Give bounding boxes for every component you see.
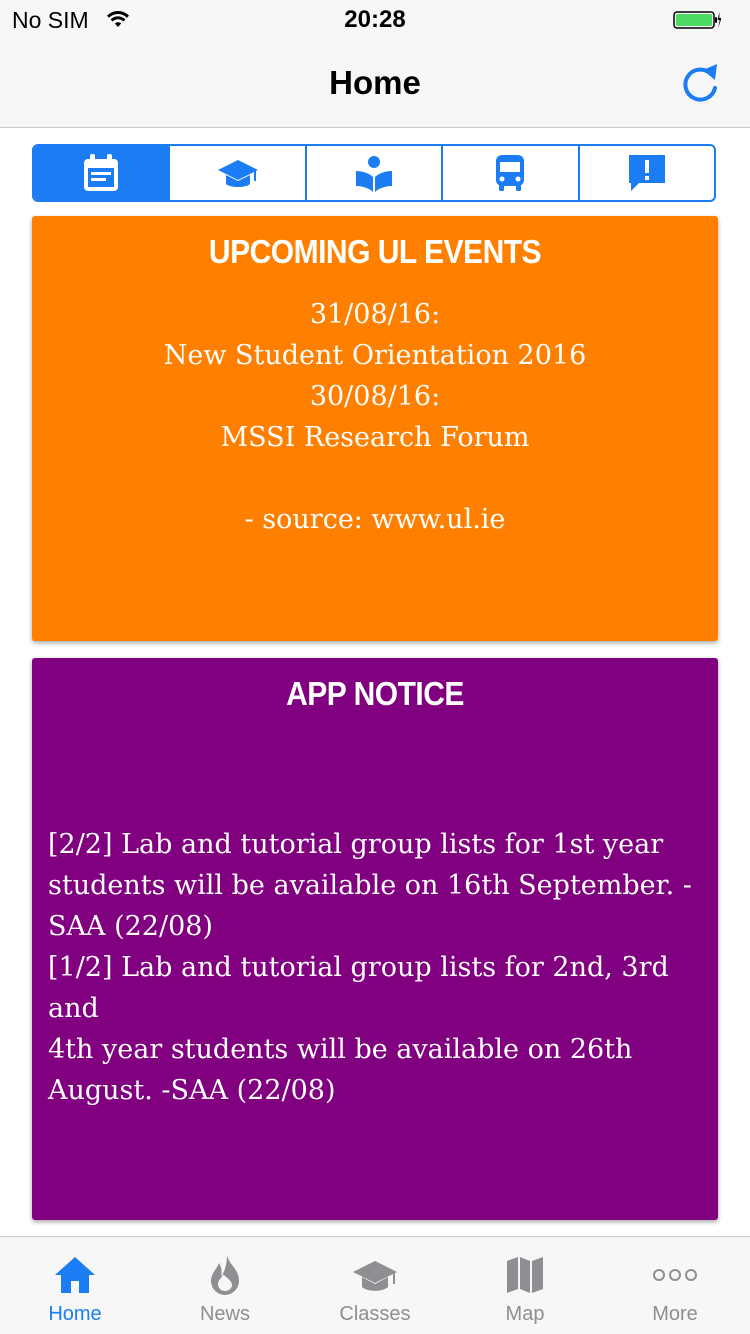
battery-charging-icon (673, 11, 721, 29)
event-name: New Student Orientation 2016 (163, 340, 587, 371)
alert-message-icon (628, 155, 665, 191)
refresh-icon[interactable] (677, 60, 723, 108)
tab-label: News (199, 1303, 250, 1325)
notice-text: [2/2] Lab and tutorial group lists for 1… (48, 824, 708, 1111)
notice-line: [1/2] Lab and tutorial group lists for 2… (48, 952, 669, 1024)
notice-card-title: APP NOTICE (286, 676, 464, 713)
nav-bar: Home (0, 40, 750, 128)
section-segmented-control (32, 144, 716, 202)
tab-bar: Home News Classes Map More (0, 1236, 750, 1334)
tab-news[interactable]: News (150, 1237, 300, 1334)
event-date: 30/08/16: (309, 381, 441, 412)
events-list: 31/08/16: New Student Orientation 2016 3… (32, 294, 718, 540)
segment-events[interactable] (34, 146, 171, 200)
graduation-cap-icon (353, 1261, 397, 1291)
tab-classes[interactable]: Classes (300, 1237, 450, 1334)
flame-icon (211, 1255, 239, 1295)
segment-bus[interactable] (443, 146, 580, 200)
segment-notices[interactable] (580, 146, 714, 200)
notice-line: SAA (22/08) (48, 911, 213, 942)
more-dots-icon (653, 1269, 697, 1281)
event-date: 31/08/16: (309, 299, 441, 330)
segment-library[interactable] (307, 146, 444, 200)
map-icon (507, 1257, 543, 1293)
page-title: Home (329, 64, 421, 101)
tab-label: More (652, 1303, 698, 1325)
tab-label: Home (48, 1303, 102, 1325)
status-bar: No SIM 20:28 (0, 0, 750, 40)
tab-label: Map (505, 1303, 545, 1325)
notice-line: [2/2] Lab and tutorial group lists for 1… (48, 829, 664, 860)
events-source: - source: www.ul.ie (244, 504, 506, 535)
event-name: MSSI Research Forum (220, 422, 530, 453)
notice-line: August. -SAA (22/08) (48, 1075, 336, 1106)
tab-label: Classes (339, 1303, 411, 1325)
status-time: 20:28 (344, 6, 406, 33)
events-card-title: UPCOMING UL EVENTS (208, 234, 542, 271)
home-icon (55, 1257, 95, 1293)
bus-icon (496, 155, 525, 191)
tab-map[interactable]: Map (450, 1237, 600, 1334)
segment-courses[interactable] (170, 146, 307, 200)
notice-line: students will be available on 16th Septe… (48, 870, 692, 901)
app-notice-card: APP NOTICE [2/2] Lab and tutorial group … (32, 658, 718, 1220)
reader-book-icon (356, 156, 393, 192)
tab-more[interactable]: More (600, 1237, 750, 1334)
tab-home[interactable]: Home (0, 1237, 150, 1334)
calendar-icon (84, 154, 119, 191)
graduation-cap-icon (217, 160, 258, 187)
upcoming-events-card: UPCOMING UL EVENTS 31/08/16: New Student… (32, 216, 718, 641)
notice-line: 4th year students will be available on 2… (48, 1034, 633, 1065)
